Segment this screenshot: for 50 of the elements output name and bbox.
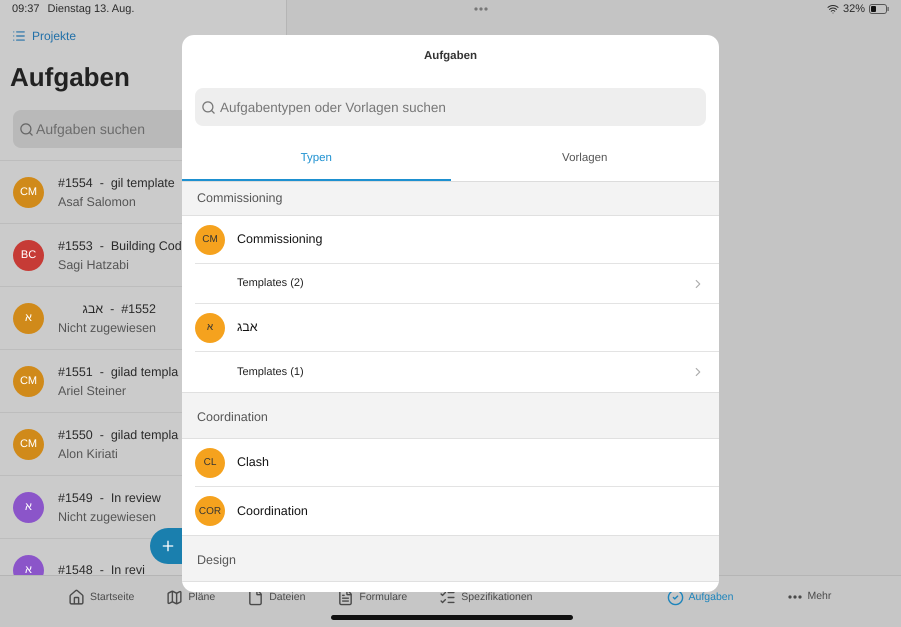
more-icon xyxy=(474,7,488,11)
avatar: CM xyxy=(13,428,44,460)
type-label: Clash xyxy=(237,454,269,472)
task-title: #1550 - gilad templa xyxy=(58,426,178,442)
avatar: CM xyxy=(195,224,225,254)
section-header: Design xyxy=(182,535,719,582)
dialog-title: Aufgaben xyxy=(422,49,478,64)
avatar: א xyxy=(13,302,44,334)
task-assignee: Asaf Salomon xyxy=(58,194,137,210)
section-header: Commissioning xyxy=(182,182,719,216)
tab-bar-item[interactable]: Mehr xyxy=(788,589,832,605)
dialog-search-field[interactable]: Aufgabentypen oder Vorlagen suchen xyxy=(195,88,706,126)
page-title: Aufgaben xyxy=(9,61,131,93)
task-title: #1554 - gil template xyxy=(58,174,175,190)
task-assignee: Nicht zugewiesen xyxy=(58,508,157,524)
avatar: CM xyxy=(13,176,44,208)
avatar: א xyxy=(13,492,44,522)
task-assignee: Alon Kiriati xyxy=(58,446,119,462)
task-assignee: Sagi Hatzabi xyxy=(58,256,130,272)
form-icon xyxy=(337,589,354,606)
task-assignee: Ariel Steiner xyxy=(58,382,128,398)
plus-icon xyxy=(160,538,176,554)
status-date: Dienstag 13. Aug. xyxy=(48,2,134,17)
tab-bar-item[interactable]: Formulare xyxy=(337,589,408,606)
task-title: #1549 - In review xyxy=(58,490,161,506)
more-icon xyxy=(788,594,802,599)
map-icon xyxy=(166,589,184,606)
status-time: 09:37 xyxy=(12,2,40,17)
battery-icon xyxy=(869,4,889,14)
task-title: #1553 - Building Cod xyxy=(58,238,182,254)
tab-bar-item[interactable]: Spezifikationen xyxy=(439,589,532,606)
section-header: Coordination xyxy=(182,392,719,439)
home-icon xyxy=(68,589,85,606)
type-label: אבג xyxy=(237,319,258,336)
avatar: COR xyxy=(195,496,225,526)
task-title: #1551 - gilad templa xyxy=(58,364,178,380)
tab-bar-item[interactable]: Startseite xyxy=(68,589,134,606)
list-icon xyxy=(12,29,26,43)
avatar: CM xyxy=(13,366,44,396)
battery-percent: 32% xyxy=(842,2,865,17)
check-circle-icon xyxy=(666,589,684,606)
dialog-tab[interactable]: Vorlagen xyxy=(450,149,719,181)
tab-bar-item[interactable]: Pläne xyxy=(166,589,216,606)
task-title: #1552 - אבג xyxy=(82,300,156,316)
avatar: CL xyxy=(195,448,225,478)
avatar: BC xyxy=(13,240,44,270)
task-title: #1548 - In revi xyxy=(58,562,145,578)
task-assignee: Nicht zugewiesen xyxy=(58,320,156,336)
avatar: א xyxy=(195,312,225,342)
checklist-icon xyxy=(439,589,456,606)
